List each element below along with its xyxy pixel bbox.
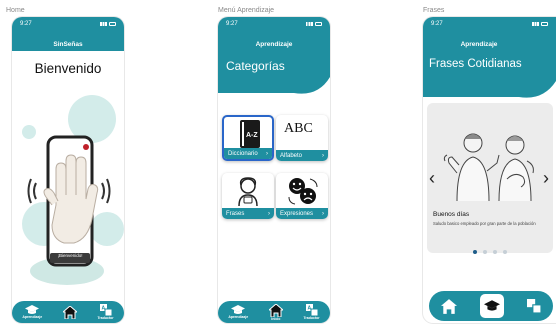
signal-icon xyxy=(100,22,107,26)
carousel-dot[interactable] xyxy=(472,250,477,254)
phone-caption: ¡Bienvenido! xyxy=(57,253,83,258)
chevron-right-icon: › xyxy=(268,210,270,217)
card-caption: Diccionario › xyxy=(224,148,272,159)
nav-label: Aprendizaje xyxy=(228,315,249,319)
card-frases[interactable]: Frases › xyxy=(222,173,274,219)
svg-text:A: A xyxy=(101,306,105,312)
nav-label: Traductor xyxy=(303,316,320,320)
phrase-title: Buenos días xyxy=(433,211,470,218)
nav-aprendizaje[interactable]: Aprendizaje xyxy=(228,305,248,319)
status-bar: 9:27 xyxy=(12,17,124,31)
home-icon xyxy=(268,303,283,317)
battery-icon xyxy=(541,22,548,26)
frame-label-menu: Menú Aprendizaje xyxy=(218,7,275,14)
svg-text:A: A xyxy=(307,306,311,312)
home-screen: 9:27 SinSeñas Bienvenido ¡Bienvenido! Ap… xyxy=(12,17,124,323)
frases-screen: 9:27 Aprendizaje Frases Cotidianas ‹ › B… xyxy=(423,17,556,323)
nav-label: Inicio xyxy=(271,316,281,321)
prev-arrow-icon[interactable]: ‹ xyxy=(429,168,435,189)
graduation-cap-icon xyxy=(483,300,500,311)
battery-icon xyxy=(315,22,322,26)
card-caption: Frases › xyxy=(222,208,274,219)
frame-label-home: Home xyxy=(6,7,25,14)
sign-language-illustration xyxy=(443,133,534,201)
status-bar: 9:27 xyxy=(423,17,556,31)
dictionary-text: A-Z xyxy=(246,132,258,139)
phrase-description: Saludo basico empleado por gran parte de… xyxy=(433,221,536,226)
person-speaking-icon xyxy=(238,177,258,206)
home-icon[interactable] xyxy=(440,298,457,314)
card-caption: Alfabeto › xyxy=(276,150,328,161)
translate-icon: A xyxy=(305,304,318,316)
emotions-icon xyxy=(288,178,318,205)
nav-traductor[interactable]: A Traductor xyxy=(97,304,114,320)
translate-icon[interactable] xyxy=(527,299,542,313)
nav-home[interactable] xyxy=(62,305,77,319)
frame-label-frases: Frases xyxy=(423,7,445,14)
page-title: Bienvenido xyxy=(34,61,102,76)
card-label: Diccionario xyxy=(228,150,258,157)
alphabet-text: ABC xyxy=(284,121,313,136)
translate-icon: A xyxy=(99,304,112,316)
card-alfabeto[interactable]: ABC Alfabeto › xyxy=(276,115,328,161)
status-time: 9:27 xyxy=(20,21,32,27)
section-title: Aprendizaje xyxy=(255,41,293,48)
signal-icon xyxy=(532,22,539,26)
card-label: Alfabeto xyxy=(280,152,303,159)
status-bar: 9:27 xyxy=(218,17,330,31)
carousel-dot[interactable] xyxy=(482,250,487,254)
signal-icon xyxy=(306,22,313,26)
alphabet-icon: ABC xyxy=(284,121,313,136)
menu-screen: 9:27 Aprendizaje Categorías A-Z Dicciona… xyxy=(218,17,330,323)
nav-aprendizaje[interactable]: Aprendizaje xyxy=(22,305,42,319)
graduation-cap-icon xyxy=(25,305,40,314)
nav-home[interactable]: Inicio xyxy=(268,303,283,321)
section-title: Aprendizaje xyxy=(460,41,498,48)
carousel-dots xyxy=(423,241,556,259)
bottom-nav: Aprendizaje Inicio A Traductor xyxy=(218,301,330,323)
carousel-dot[interactable] xyxy=(492,250,497,254)
hand-phone-illustration xyxy=(27,135,111,267)
bottom-nav: Aprendizaje A Traductor xyxy=(12,301,124,323)
carousel-dot[interactable] xyxy=(502,250,507,254)
chevron-right-icon: › xyxy=(266,150,268,157)
page-title: Frases Cotidianas xyxy=(429,58,522,70)
chevron-right-icon: › xyxy=(322,210,324,217)
next-arrow-icon[interactable]: › xyxy=(543,168,549,189)
chevron-right-icon: › xyxy=(322,152,324,159)
status-time: 9:27 xyxy=(431,21,443,27)
card-label: Frases xyxy=(226,210,245,217)
nav-label: Aprendizaje xyxy=(22,315,43,319)
card-caption: Expresiones › xyxy=(276,208,328,219)
home-icon xyxy=(62,305,77,319)
app-name: SinSeñas xyxy=(53,41,83,48)
floating-bottom-nav xyxy=(429,291,553,321)
status-time: 9:27 xyxy=(226,21,238,27)
card-label: Expresiones xyxy=(280,210,314,217)
nav-aprendizaje-active[interactable] xyxy=(479,294,504,318)
nav-label: Traductor xyxy=(97,316,114,320)
card-diccionario[interactable]: A-Z Diccionario › xyxy=(222,115,274,161)
graduation-cap-icon xyxy=(231,305,246,314)
page-title: Categorías xyxy=(226,59,285,73)
battery-icon xyxy=(109,22,116,26)
nav-traductor[interactable]: A Traductor xyxy=(303,304,320,320)
card-expresiones[interactable]: Expresiones › xyxy=(276,173,328,219)
dictionary-icon: A-Z xyxy=(240,120,260,148)
